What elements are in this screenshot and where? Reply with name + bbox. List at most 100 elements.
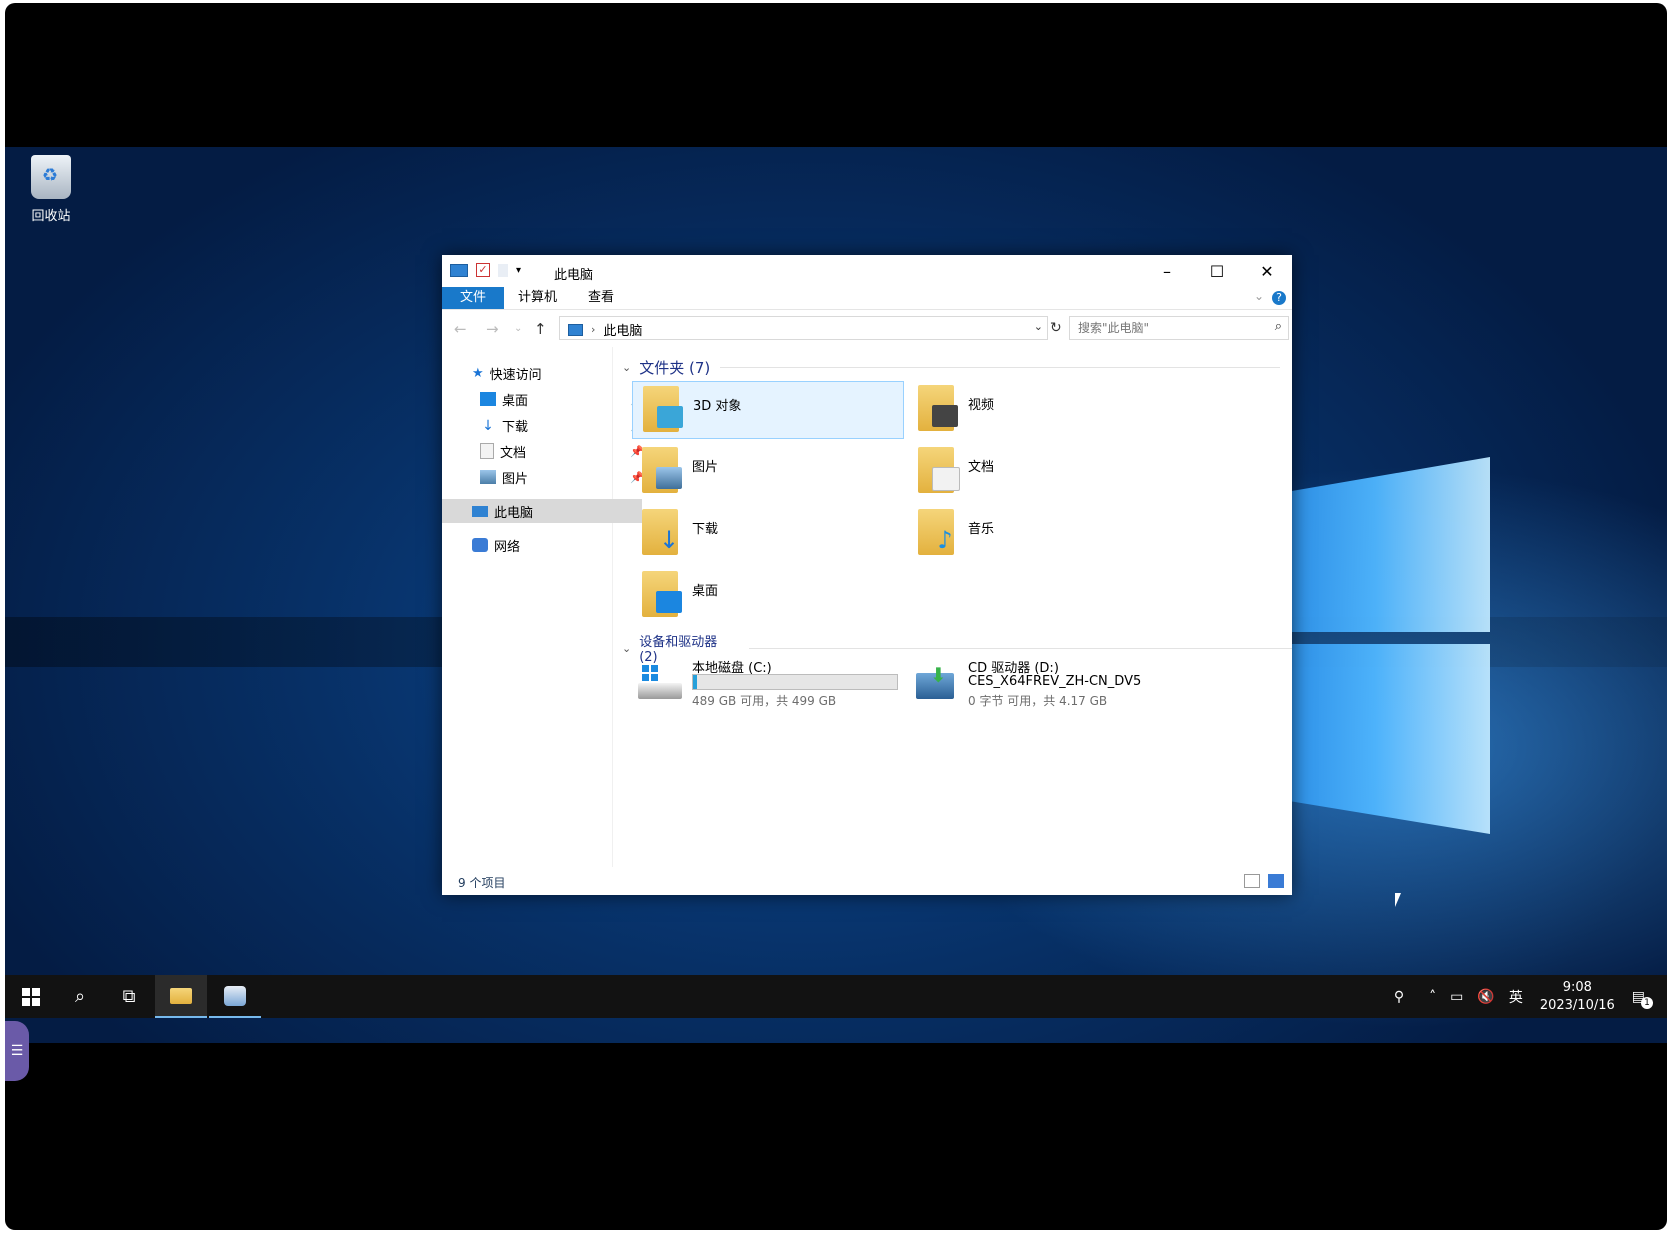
windows-logo-icon — [22, 987, 40, 1006]
large-icons-view-icon[interactable] — [1268, 874, 1284, 888]
clock-time: 9:08 — [1562, 979, 1592, 995]
folder-3d-objects[interactable]: 3D 对象 — [632, 381, 904, 439]
folder-label: 桌面 — [692, 584, 719, 599]
folder-desktop[interactable]: 桌面 — [632, 567, 902, 623]
hard-drive-icon — [638, 665, 682, 701]
refresh-icon[interactable]: ↻ — [1050, 320, 1062, 336]
back-icon[interactable]: ← — [454, 320, 467, 338]
search-icon[interactable]: ⌕ — [1275, 319, 1282, 334]
folder-music[interactable]: ♪ 音乐 — [908, 505, 1178, 561]
action-center-icon[interactable]: ▤ 1 — [1632, 989, 1653, 1009]
breadcrumb-this-pc[interactable]: 此电脑 — [603, 320, 642, 339]
folder-label: 文档 — [968, 460, 995, 475]
search-input[interactable] — [1076, 317, 1260, 339]
quick-access-toolbar: ✓ ▾ — [450, 263, 521, 277]
expand-ribbon-icon[interactable]: ⌄ — [1254, 289, 1264, 303]
folder-icon — [642, 571, 682, 619]
breadcrumb-separator-icon[interactable]: › — [591, 323, 595, 336]
star-icon: ★ — [472, 365, 484, 381]
nav-desktop-label: 桌面 — [502, 393, 529, 409]
folder-icon — [642, 447, 682, 495]
folder-videos[interactable]: 视频 — [908, 381, 1178, 437]
taskbar: ⌕ ⧉ ⚲ ˄ ▭ 🔇 英 9:08 2023/10/16 ▤ 1 — [5, 975, 1667, 1018]
taskbar-file-explorer[interactable] — [155, 975, 207, 1018]
document-icon — [480, 443, 494, 459]
folder-downloads[interactable]: ↓ 下载 — [632, 505, 902, 561]
folder-label: 音乐 — [968, 522, 995, 537]
maximize-button[interactable]: ☐ — [1192, 255, 1242, 287]
cd-drive-icon: ⬇ — [914, 663, 958, 701]
navigation-pane: ★ 快速访问 桌面 📌 ↓ 下载 📌 文档 📌 — [442, 347, 644, 867]
content-pane: ⌄ 文件夹 (7) 3D 对象 视频 图片 文档 ↓ 下载 ♪ 音乐 桌面 ⌄ … — [614, 347, 1292, 867]
download-icon: ↓ — [482, 418, 494, 434]
folder-label: 3D 对象 — [693, 399, 742, 414]
search-box[interactable]: ⌕ — [1069, 316, 1289, 340]
recycle-bin[interactable]: 回收站 — [19, 155, 83, 224]
recycle-bin-icon — [31, 155, 71, 199]
this-pc-nav-icon — [472, 505, 488, 517]
folder-icon — [643, 386, 683, 434]
folder-icon — [918, 385, 958, 433]
drive-usage-bar — [692, 674, 898, 690]
details-view-icon[interactable] — [1244, 874, 1260, 888]
download-arrow-icon: ↓ — [658, 526, 680, 554]
tab-computer[interactable]: 计算机 — [500, 287, 575, 309]
search-button[interactable]: ⌕ — [54, 975, 106, 1018]
collapse-chevron-icon[interactable]: ⌄ — [622, 361, 631, 374]
address-dropdown-icon[interactable]: ⌄ — [1034, 320, 1043, 333]
forward-icon[interactable]: → — [486, 320, 499, 338]
pictures-icon — [480, 470, 496, 484]
nav-this-pc[interactable]: 此电脑 — [442, 499, 642, 523]
file-explorer-icon — [170, 987, 192, 1004]
setup-app-icon — [224, 985, 246, 1006]
ribbon: 文件 计算机 查看 ⌄ ? — [442, 287, 1292, 310]
taskbar-app[interactable] — [209, 975, 261, 1018]
recent-locations-icon[interactable]: ⌄ — [514, 323, 522, 334]
clock-date: 2023/10/16 — [1539, 997, 1615, 1013]
folder-documents[interactable]: 文档 — [908, 443, 1178, 499]
start-button[interactable] — [5, 975, 57, 1018]
address-bar-row: ← → ⌄ ↑ › 此电脑 ⌄ ↻ ⌕ — [442, 310, 1292, 346]
properties-icon[interactable]: ✓ — [476, 263, 490, 277]
ime-indicator[interactable]: 英 — [1509, 987, 1523, 1007]
hamburger-icon: ☰ — [10, 1043, 24, 1059]
explorer-window[interactable]: ✓ ▾ 此电脑 – ☐ ✕ 文件 计算机 查看 ⌄ ? ← → ⌄ ↑ › 此电… — [442, 255, 1292, 895]
title-bar[interactable]: ✓ ▾ 此电脑 – ☐ ✕ — [442, 255, 1292, 287]
new-folder-icon[interactable] — [498, 263, 508, 277]
people-icon[interactable]: ⚲ — [1394, 989, 1404, 1005]
this-pc-icon — [450, 263, 468, 277]
nav-documents-label: 文档 — [500, 445, 527, 461]
picture-icon — [656, 467, 682, 489]
folder-pictures[interactable]: 图片 — [632, 443, 902, 499]
folder-icon — [918, 447, 960, 495]
drive-d[interactable]: ⬇ CD 驱动器 (D:) CES_X64FREV_ZH-CN_DV5 0 字节… — [908, 655, 1178, 711]
volume-muted-icon[interactable]: 🔇 — [1477, 989, 1494, 1005]
desktop-screen-icon — [656, 591, 682, 613]
group-header-folders[interactable]: ⌄ 文件夹 (7) — [622, 357, 1281, 378]
task-view-button[interactable]: ⧉ — [103, 975, 155, 1018]
nav-quick-access[interactable]: ★ 快速访问 — [442, 361, 642, 385]
help-icon[interactable]: ? — [1272, 291, 1286, 305]
drive-volume-label: CES_X64FREV_ZH-CN_DV5 — [968, 674, 1142, 689]
show-hidden-icons-icon[interactable]: ˄ — [1429, 989, 1436, 1005]
nav-network[interactable]: 网络 — [442, 533, 642, 557]
close-button[interactable]: ✕ — [1242, 255, 1292, 287]
folder-icon: ↓ — [642, 509, 680, 557]
address-box[interactable]: › 此电脑 ⌄ — [559, 316, 1048, 340]
drive-c[interactable]: 本地磁盘 (C:) 489 GB 可用，共 499 GB — [632, 655, 902, 711]
search-icon: ⌕ — [74, 986, 86, 1007]
customize-toolbar-icon[interactable]: ▾ — [516, 265, 521, 276]
collapse-chevron-icon[interactable]: ⌄ — [622, 642, 631, 655]
up-icon[interactable]: ↑ — [534, 320, 547, 338]
mouse-cursor-icon — [1395, 893, 1401, 907]
cube-icon — [657, 406, 683, 428]
side-menu-handle[interactable]: ☰ — [5, 1021, 29, 1081]
task-view-icon: ⧉ — [122, 986, 136, 1007]
network-icon — [472, 538, 488, 552]
clock[interactable]: 9:08 2023/10/16 — [1540, 979, 1615, 1015]
window-title: 此电脑 — [554, 268, 594, 283]
minimize-button[interactable]: – — [1142, 255, 1192, 287]
tab-view[interactable]: 查看 — [570, 287, 632, 309]
network-status-icon[interactable]: ▭ — [1450, 989, 1463, 1005]
tab-file[interactable]: 文件 — [442, 287, 505, 309]
